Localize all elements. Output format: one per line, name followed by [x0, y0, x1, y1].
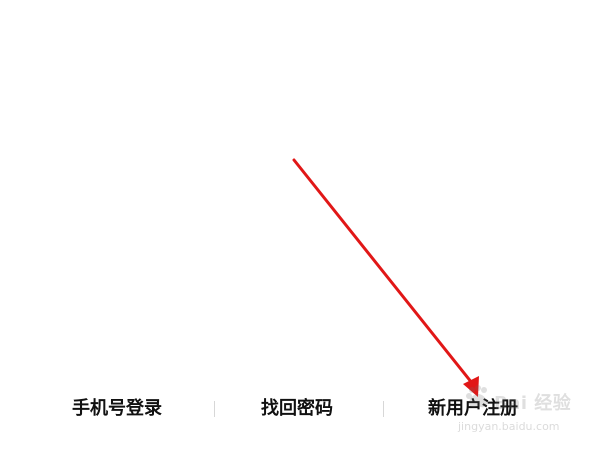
new-user-register-link[interactable]: 新用户注册	[428, 388, 518, 430]
separator-divider	[214, 401, 215, 417]
separator-divider	[383, 401, 384, 417]
app-screen: 手机号登录 找回密码 新用户注册 Bai 经验 jingyan.baidu.co…	[0, 0, 600, 450]
find-password-link[interactable]: 找回密码	[261, 388, 333, 430]
bottom-link-bar: 手机号登录 找回密码 新用户注册	[0, 388, 600, 430]
phone-login-link[interactable]: 手机号登录	[72, 388, 162, 430]
annotation-arrow-icon	[292, 158, 479, 397]
